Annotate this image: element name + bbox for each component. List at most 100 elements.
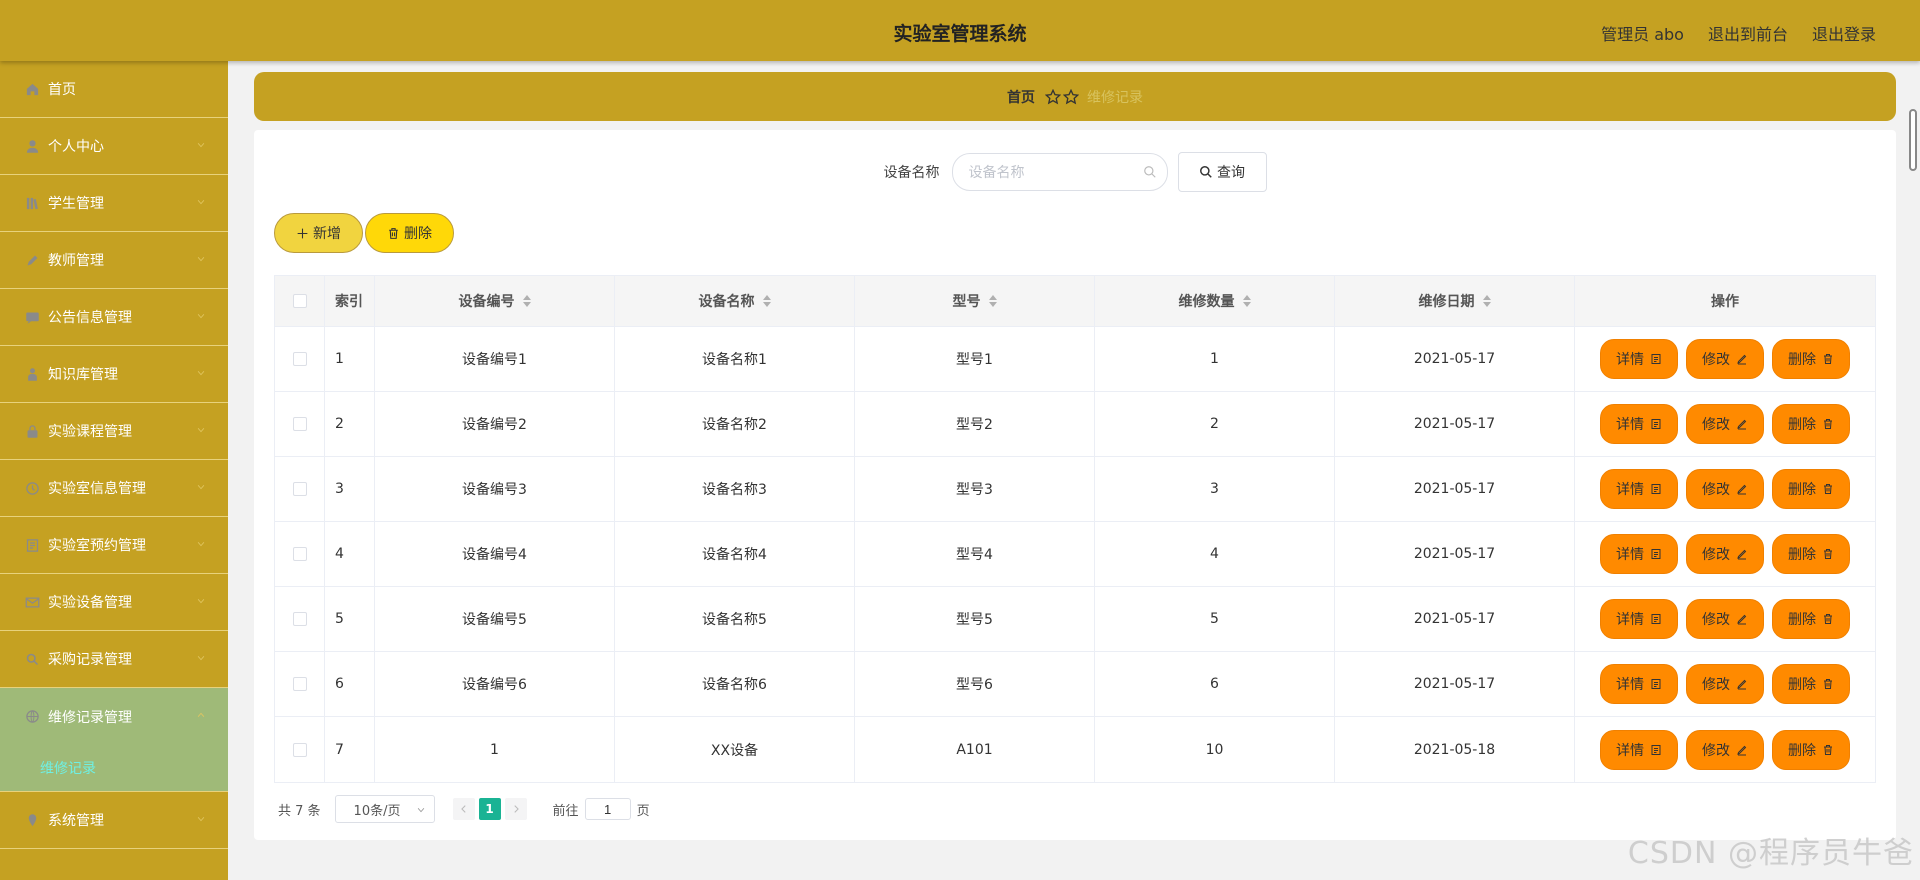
sort-caret-icon[interactable] <box>522 295 531 307</box>
sidebar-item-label: 实验课程管理 <box>48 424 132 440</box>
prev-page-button[interactable] <box>452 798 475 820</box>
detail-button[interactable]: 详情 <box>1600 664 1678 704</box>
goto-page-input[interactable] <box>584 798 631 820</box>
table-cell: 设备名称3 <box>615 457 855 521</box>
scrollbar[interactable] <box>1906 105 1920 175</box>
row-checkbox[interactable] <box>292 677 307 691</box>
edit-button[interactable]: 修改 <box>1686 339 1764 379</box>
sidebar-item-sidebar.items.7[interactable]: 实验室信息管理 <box>0 460 228 517</box>
admin-user-link[interactable]: 管理员 abo <box>1601 21 1684 45</box>
chevron-down-icon <box>197 485 205 490</box>
sidebar-item-sidebar.items.5[interactable]: 知识库管理 <box>0 346 228 403</box>
select-all-checkbox[interactable] <box>292 294 307 308</box>
row-checkbox[interactable] <box>292 482 307 496</box>
edit-button[interactable]: 修改 <box>1686 404 1764 444</box>
table-cell: 3 <box>1095 457 1335 521</box>
table-cell: 设备名称2 <box>615 392 855 456</box>
column-header-label: 维修日期 <box>1418 294 1475 310</box>
search-input[interactable] <box>952 154 1123 190</box>
column-header[interactable]: 设备名称 <box>615 276 855 326</box>
row-checkbox[interactable] <box>292 417 307 431</box>
sidebar-item-sidebar.items.6[interactable]: 实验课程管理 <box>0 403 228 460</box>
delete-button[interactable]: 删除 <box>1772 404 1850 444</box>
sidebar-item-sidebar.items.8[interactable]: 实验室预约管理 <box>0 517 228 574</box>
sort-caret-icon[interactable] <box>988 295 997 307</box>
search-icon <box>24 651 40 667</box>
edit-button-label: 修改 <box>1702 352 1730 368</box>
detail-button[interactable]: 详情 <box>1600 599 1678 639</box>
sidebar-item-sidebar.items.11[interactable]: 维修记录管理 <box>0 688 228 745</box>
watermark: CSDN @程序员牛爸 <box>1627 836 1914 871</box>
edit-button[interactable]: 修改 <box>1686 469 1764 509</box>
add-button[interactable]: 新增 <box>274 213 363 253</box>
delete-button[interactable]: 删除 <box>1772 729 1850 770</box>
sort-caret-icon[interactable] <box>1242 295 1251 307</box>
chevron-down-icon <box>197 656 205 661</box>
page-number-current[interactable]: 1 <box>478 798 501 820</box>
delete-button[interactable]: 删除 <box>1772 469 1850 509</box>
scrollbar-thumb[interactable] <box>1909 109 1917 171</box>
row-checkbox[interactable] <box>292 547 307 561</box>
chevron-down-icon <box>197 817 205 822</box>
trash-icon <box>389 227 398 239</box>
row-checkbox[interactable] <box>292 612 307 626</box>
top-links: 管理员 abo 退出到前台 退出登录 <box>1601 21 1876 45</box>
column-header[interactable]: 设备编号 <box>375 276 615 326</box>
table-row: 1 设备编号1 设备名称1 型号1 1 2021-05-17 详情 修改 删除 <box>275 327 1875 392</box>
sidebar-item-sidebar.items.2[interactable]: 学生管理 <box>0 175 228 232</box>
sidebar-item-label: 知识库管理 <box>48 367 118 383</box>
back-to-front-link[interactable]: 退出到前台 <box>1708 21 1788 45</box>
sidebar-item-sidebar.items.10[interactable]: 采购记录管理 <box>0 631 228 688</box>
sort-caret-icon[interactable] <box>1482 295 1491 307</box>
table-cell: 1 <box>1095 327 1335 391</box>
delete-button[interactable]: 删除 <box>1772 339 1850 379</box>
table-cell: 型号2 <box>855 392 1095 456</box>
sidebar-subitem-repair-records[interactable]: 维修记录 <box>0 745 228 792</box>
edit-button[interactable]: 修改 <box>1686 599 1764 639</box>
edit-button[interactable]: 修改 <box>1686 664 1764 704</box>
edit-button[interactable]: 修改 <box>1686 534 1764 574</box>
action-row: 新增 删除 <box>274 213 454 253</box>
delete-button[interactable]: 删除 <box>1772 599 1850 639</box>
logout-link[interactable]: 退出登录 <box>1812 21 1876 45</box>
row-checkbox[interactable] <box>292 352 307 366</box>
table-cell: 2021-05-17 <box>1335 457 1575 521</box>
batch-delete-button[interactable]: 删除 <box>365 213 454 253</box>
delete-button[interactable]: 删除 <box>1772 534 1850 574</box>
delete-button-label: 删除 <box>1788 352 1816 368</box>
sidebar-item-sidebar.items.4[interactable]: 公告信息管理 <box>0 289 228 346</box>
chevron-down-icon <box>197 542 205 547</box>
breadcrumb-home[interactable]: 首页 <box>1007 87 1035 107</box>
column-header[interactable]: 型号 <box>855 276 1095 326</box>
table-cell: XX设备 <box>615 717 855 782</box>
delete-button[interactable]: 删除 <box>1772 664 1850 704</box>
detail-button[interactable]: 详情 <box>1600 339 1678 379</box>
table-cell: 设备名称6 <box>615 652 855 716</box>
sidebar-item-label: 维修记录管理 <box>48 709 132 726</box>
next-page-button[interactable] <box>504 798 527 820</box>
detail-button[interactable]: 详情 <box>1600 729 1678 770</box>
data-table: 索引 设备编号 设备名称 型号 维修数量 维修日期 操作 1 设备编号1 设备名称1 型号1 1 20… <box>274 275 1876 783</box>
detail-button-label: 详情 <box>1616 612 1644 628</box>
star-icon <box>1063 88 1079 104</box>
sidebar-item-sidebar.after_items.0[interactable]: 系统管理 <box>0 792 228 849</box>
detail-button[interactable]: 详情 <box>1600 534 1678 574</box>
detail-button[interactable]: 详情 <box>1600 469 1678 509</box>
edit-button[interactable]: 修改 <box>1686 729 1764 770</box>
sidebar-item-sidebar.items.1[interactable]: 个人中心 <box>0 118 228 175</box>
column-header[interactable]: 维修日期 <box>1335 276 1575 326</box>
sidebar-item-sidebar.items.3[interactable]: 教师管理 <box>0 232 228 289</box>
page-size-select[interactable]: 10条/页 <box>334 795 435 823</box>
pagination-total: 共 7 条 <box>278 803 321 819</box>
row-checkbox-cell <box>275 652 325 716</box>
search-row: 设备名称 查询 <box>254 152 1896 192</box>
sort-caret-icon[interactable] <box>762 295 771 307</box>
row-checkbox[interactable] <box>292 742 307 757</box>
detail-button[interactable]: 详情 <box>1600 404 1678 444</box>
sidebar-item-sidebar.items.9[interactable]: 实验设备管理 <box>0 574 228 631</box>
query-button[interactable]: 查询 <box>1177 152 1267 192</box>
breadcrumb: 首页 维修记录 <box>254 72 1896 121</box>
sidebar-item-sidebar.items.0[interactable]: 首页 <box>0 61 228 118</box>
clock-icon <box>24 480 40 496</box>
column-header[interactable]: 维修数量 <box>1095 276 1335 326</box>
